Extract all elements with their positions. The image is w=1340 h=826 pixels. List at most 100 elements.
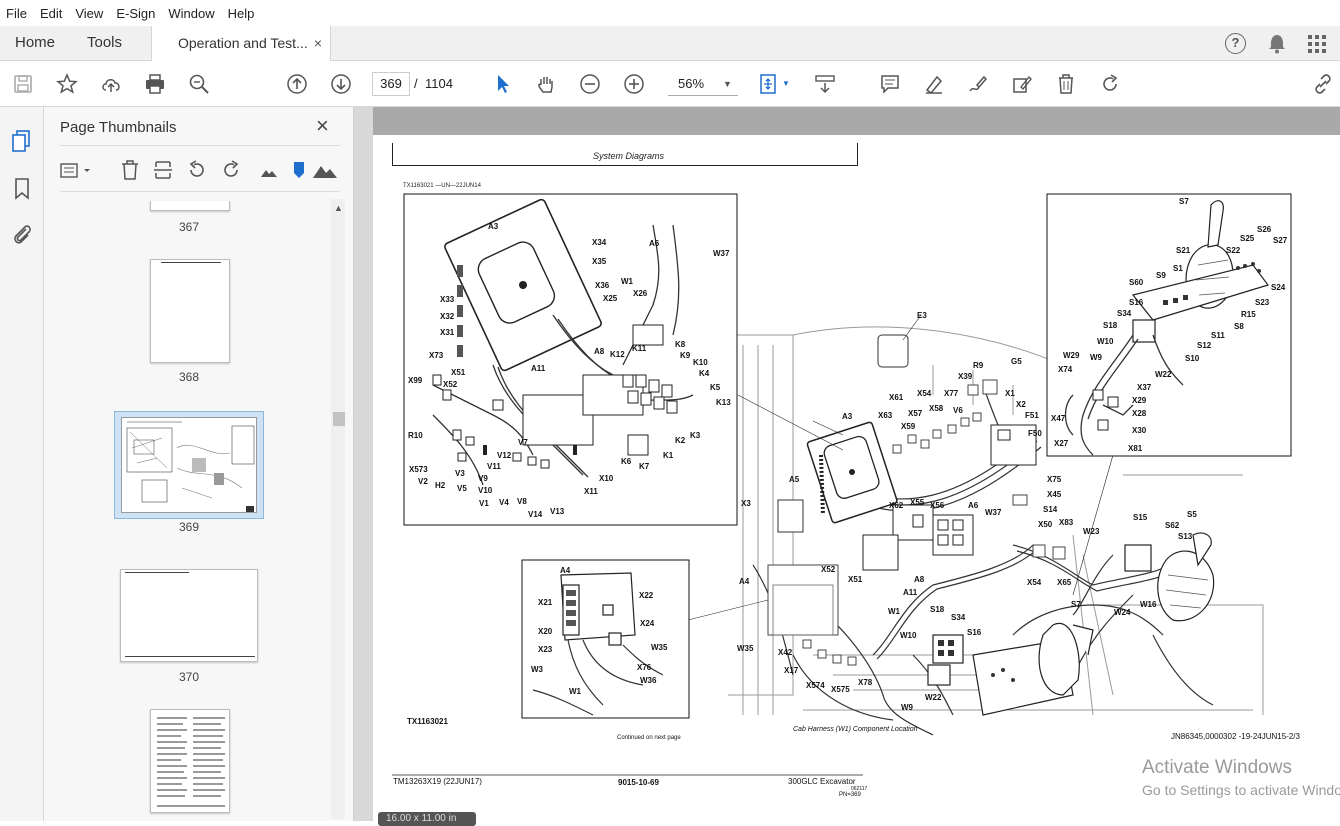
- next-page-icon[interactable]: [330, 73, 352, 95]
- page-thumbnails-icon[interactable]: [11, 129, 33, 153]
- label-X21: X21: [538, 598, 553, 607]
- small-mountain-icon[interactable]: [260, 165, 278, 179]
- label-K2: K2: [675, 436, 686, 445]
- link-icon[interactable]: [1312, 73, 1334, 95]
- label-X65: X65: [1057, 578, 1072, 587]
- label-X27: X27: [1054, 439, 1069, 448]
- label-V13: V13: [550, 507, 565, 516]
- close-panel-icon[interactable]: ×: [316, 113, 329, 139]
- menu-file[interactable]: File: [6, 6, 27, 21]
- label-X37: X37: [1137, 383, 1152, 392]
- attachment-paperclip-icon[interactable]: [11, 222, 33, 246]
- thumbnail-370[interactable]: [120, 569, 258, 662]
- bell-icon[interactable]: [1267, 33, 1287, 54]
- thumbnail-369-selected[interactable]: [114, 411, 264, 519]
- footer-model: 300GLC Excavator: [788, 777, 856, 786]
- thumbnail-extract-icon[interactable]: [152, 159, 174, 181]
- rotate-left-icon[interactable]: [186, 159, 208, 181]
- tab-document[interactable]: Operation and Test... ×: [151, 26, 331, 62]
- menu-view[interactable]: View: [75, 6, 103, 21]
- bookmark-icon[interactable]: [13, 177, 31, 201]
- label-X24: X24: [640, 619, 655, 628]
- fit-page-icon[interactable]: [758, 73, 780, 95]
- star-icon[interactable]: [56, 73, 78, 95]
- redo-rotate-icon[interactable]: [1099, 73, 1121, 95]
- help-icon[interactable]: ?: [1225, 33, 1246, 54]
- label-X33: X33: [440, 295, 455, 304]
- label-X52-main: X52: [821, 565, 836, 574]
- prev-page-icon[interactable]: [286, 73, 308, 95]
- label-S15: S15: [1133, 513, 1148, 522]
- label-G5: G5: [1011, 357, 1022, 366]
- thumbnail-scrollbar[interactable]: [331, 199, 345, 819]
- thumbnail-label: 370: [178, 670, 200, 684]
- cloud-upload-icon[interactable]: [100, 73, 122, 95]
- label-V14: V14: [528, 510, 543, 519]
- label-X36: X36: [595, 281, 610, 290]
- close-tab-icon[interactable]: ×: [314, 26, 322, 60]
- label-W9-main: W9: [901, 703, 913, 712]
- fit-dropdown-icon[interactable]: ▼: [782, 79, 790, 88]
- label-S25: S25: [1240, 234, 1255, 243]
- label-X83: X83: [1059, 518, 1074, 527]
- footer-page-code: 9015-10-69: [618, 778, 659, 787]
- scrollbar-thumb[interactable]: [333, 412, 345, 426]
- label-X42: X42: [778, 648, 793, 657]
- sign-pen-icon[interactable]: [967, 73, 989, 95]
- zoom-in-icon[interactable]: [623, 73, 645, 95]
- label-X28: X28: [1132, 409, 1147, 418]
- tab-tools[interactable]: Tools: [87, 26, 122, 61]
- chevron-down-icon: ▼: [723, 79, 732, 89]
- select-cursor-icon[interactable]: [492, 73, 514, 95]
- label-F51: F51: [1025, 411, 1039, 420]
- edit-stamp-icon[interactable]: [1011, 73, 1033, 95]
- label-V2: V2: [418, 477, 428, 486]
- thumbnail-368[interactable]: [150, 259, 230, 363]
- label-X39: X39: [958, 372, 973, 381]
- menu-window[interactable]: Window: [168, 6, 214, 21]
- scroll-mode-icon[interactable]: [814, 73, 836, 95]
- print-icon[interactable]: [144, 73, 166, 95]
- label-X74: X74: [1058, 365, 1073, 374]
- label-X31: X31: [440, 328, 455, 337]
- thumbnail-options-icon[interactable]: [59, 161, 95, 181]
- label-A11: A11: [531, 364, 546, 373]
- menu-help[interactable]: Help: [228, 6, 255, 21]
- label-A3-main: A3: [842, 412, 853, 421]
- label-S14: S14: [1043, 505, 1058, 514]
- tab-home[interactable]: Home: [15, 26, 55, 61]
- label-H2: H2: [435, 481, 446, 490]
- label-V7: V7: [518, 438, 528, 447]
- menu-edit[interactable]: Edit: [40, 6, 62, 21]
- highlight-pen-icon[interactable]: [923, 73, 945, 95]
- label-V4: V4: [499, 498, 509, 507]
- label-X22: X22: [639, 591, 654, 600]
- hand-pan-icon[interactable]: [535, 73, 557, 95]
- large-mountain-icon[interactable]: [312, 161, 338, 179]
- scroll-up-icon[interactable]: ▲: [334, 203, 343, 213]
- thumbnail-delete-icon[interactable]: [119, 159, 141, 181]
- label-X29: X29: [1132, 396, 1147, 405]
- label-S5: S5: [1187, 510, 1197, 519]
- thumbnail-371[interactable]: [150, 709, 230, 813]
- menu-esign[interactable]: E-Sign: [116, 6, 155, 21]
- zoom-out-icon[interactable]: [579, 73, 601, 95]
- zoom-level-select[interactable]: 56% ▼: [668, 72, 738, 96]
- thumbnail-367[interactable]: [150, 201, 230, 211]
- zoom-search-icon[interactable]: [188, 73, 210, 95]
- label-S62: S62: [1165, 521, 1180, 530]
- toolbar: 369 / 1104 56% ▼ ▼: [0, 61, 1340, 107]
- rotate-right-icon[interactable]: [220, 159, 242, 181]
- label-X34: X34: [592, 238, 607, 247]
- label-X17: X17: [784, 666, 799, 675]
- apps-grid-icon[interactable]: [1307, 34, 1327, 54]
- comment-icon[interactable]: [879, 73, 901, 95]
- save-icon[interactable]: [12, 73, 34, 95]
- page-number-input[interactable]: 369: [372, 72, 410, 96]
- delete-trash-icon[interactable]: [1055, 73, 1077, 95]
- tab-bar: Home Tools Operation and Test... × ?: [0, 26, 1340, 62]
- label-X25: X25: [603, 294, 618, 303]
- label-X99: X99: [408, 376, 423, 385]
- panel-title: Page Thumbnails: [60, 119, 177, 136]
- size-slider-handle-icon[interactable]: [292, 161, 306, 179]
